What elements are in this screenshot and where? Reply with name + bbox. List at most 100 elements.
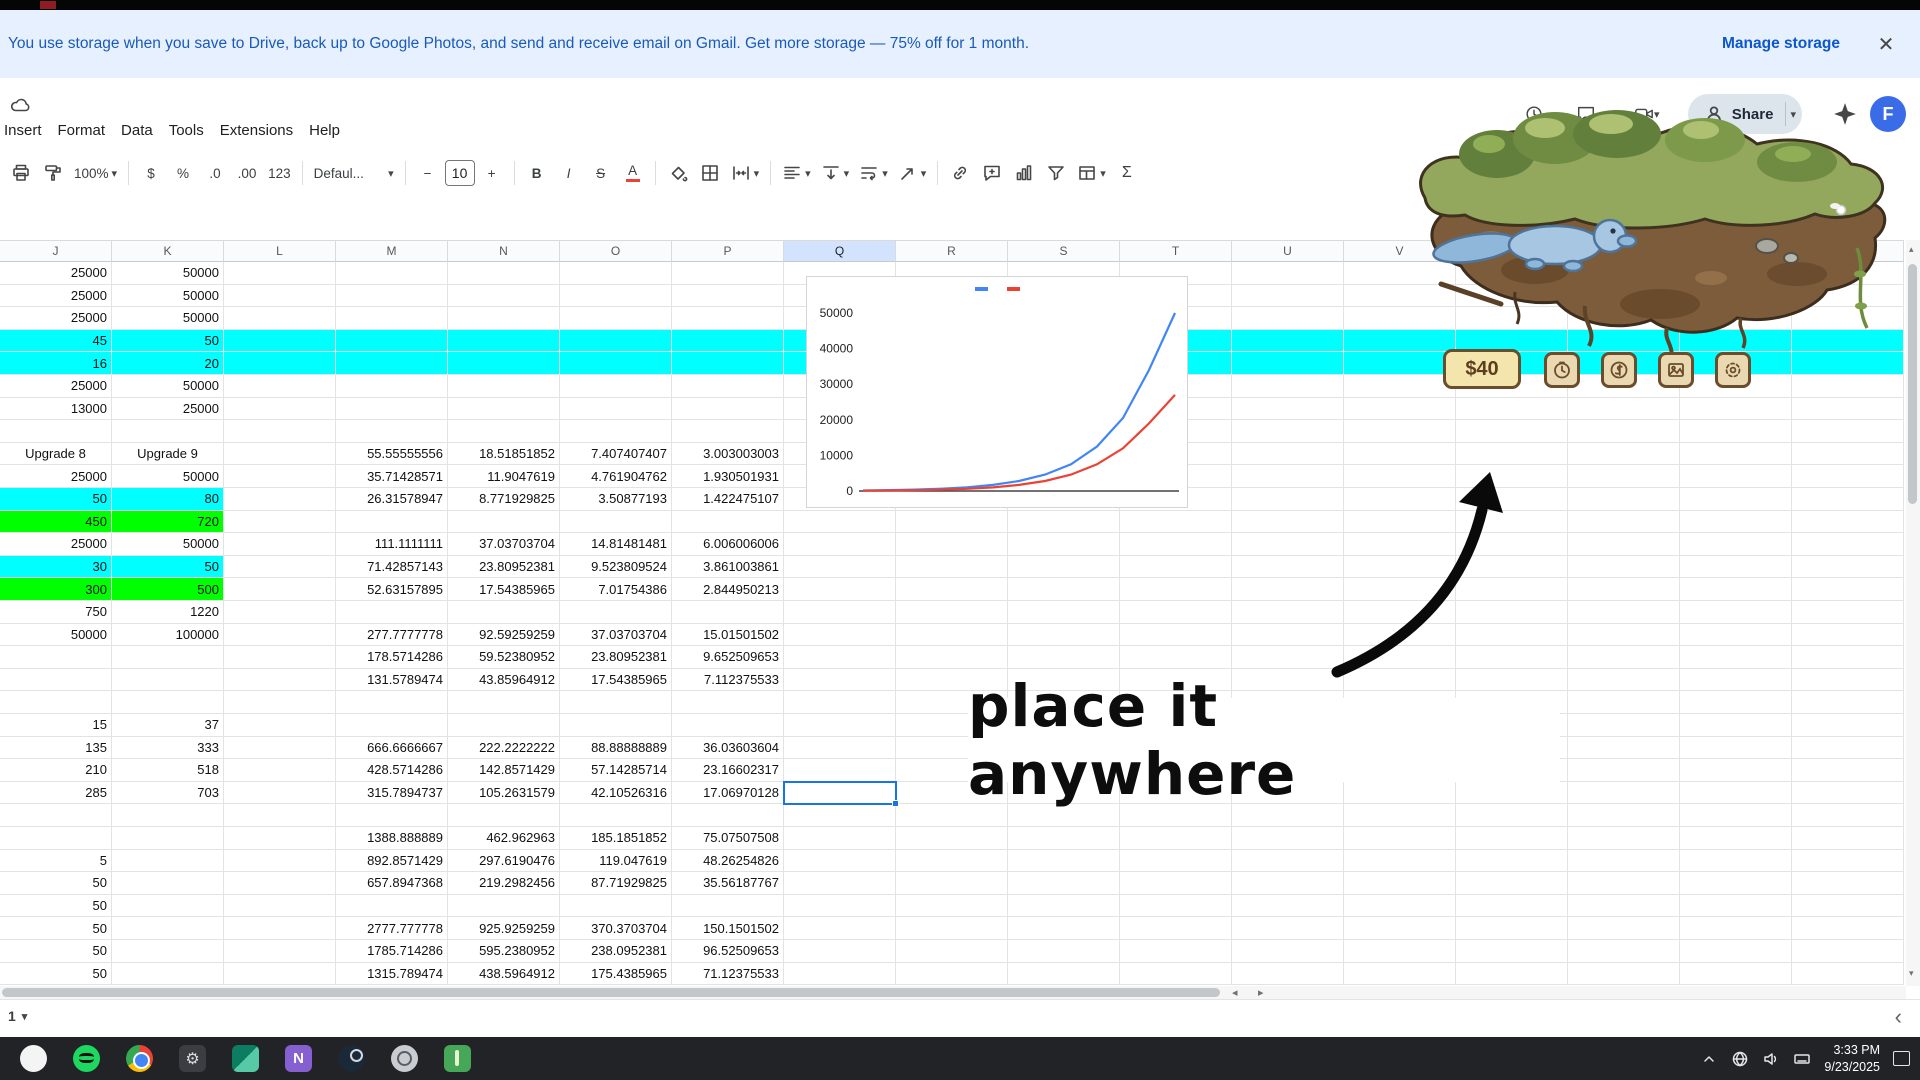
cell-J4[interactable]: 45: [0, 330, 112, 353]
cell-J6[interactable]: 25000: [0, 375, 112, 398]
cell-J8[interactable]: [0, 420, 112, 443]
cell-N12[interactable]: [448, 511, 560, 534]
cell-K11[interactable]: 80: [112, 488, 224, 511]
share-dropdown-icon[interactable]: ▾: [1790, 108, 1796, 121]
cell-S14[interactable]: [1008, 556, 1120, 579]
cell-K30[interactable]: [112, 917, 224, 940]
cell-U7[interactable]: [1232, 398, 1344, 421]
cell-K19[interactable]: [112, 669, 224, 692]
cell-X4[interactable]: [1568, 330, 1680, 353]
column-header-V[interactable]: V: [1344, 240, 1456, 262]
cell-Y1[interactable]: [1680, 262, 1792, 285]
cell-Z12[interactable]: [1792, 511, 1904, 534]
cell-Z31[interactable]: [1792, 940, 1904, 963]
cell-P26[interactable]: 75.07507508: [672, 827, 784, 850]
cell-P23[interactable]: 23.16602317: [672, 759, 784, 782]
cell-K9[interactable]: Upgrade 9: [112, 443, 224, 466]
cell-S26[interactable]: [1008, 827, 1120, 850]
cell-Z22[interactable]: [1792, 737, 1904, 760]
cell-L22[interactable]: [224, 737, 336, 760]
cell-Y16[interactable]: [1680, 601, 1792, 624]
cell-Z20[interactable]: [1792, 691, 1904, 714]
cell-O9[interactable]: 7.407407407: [560, 443, 672, 466]
cell-Z16[interactable]: [1792, 601, 1904, 624]
column-header-P[interactable]: P: [672, 240, 784, 262]
borders-button[interactable]: [695, 156, 725, 190]
cell-O31[interactable]: 238.0952381: [560, 940, 672, 963]
cell-P11[interactable]: 1.422475107: [672, 488, 784, 511]
cell-T13[interactable]: [1120, 533, 1232, 556]
cell-O29[interactable]: [560, 895, 672, 918]
cell-M7[interactable]: [336, 398, 448, 421]
cell-Y13[interactable]: [1680, 533, 1792, 556]
tray-chevron-up-icon[interactable]: [1700, 1050, 1718, 1068]
cell-L31[interactable]: [224, 940, 336, 963]
cell-J31[interactable]: 50: [0, 940, 112, 963]
cell-J12[interactable]: 450: [0, 511, 112, 534]
cell-X22[interactable]: [1568, 737, 1680, 760]
cell-L14[interactable]: [224, 556, 336, 579]
cell-X21[interactable]: [1568, 714, 1680, 737]
cell-J3[interactable]: 25000: [0, 307, 112, 330]
settings-taskbar-icon[interactable]: ⚙: [179, 1045, 206, 1072]
cell-Z6[interactable]: [1792, 375, 1904, 398]
cell-P30[interactable]: 150.1501502: [672, 917, 784, 940]
menu-insert[interactable]: Insert: [2, 118, 50, 143]
cell-R13[interactable]: [896, 533, 1008, 556]
cell-M28[interactable]: 657.8947368: [336, 872, 448, 895]
cell-V3[interactable]: [1344, 307, 1456, 330]
cell-W28[interactable]: [1456, 872, 1568, 895]
cell-M3[interactable]: [336, 307, 448, 330]
cell-Z17[interactable]: [1792, 624, 1904, 647]
cell-Z32[interactable]: [1792, 963, 1904, 986]
network-icon[interactable]: [1731, 1050, 1749, 1068]
insert-chart-button[interactable]: [1009, 156, 1039, 190]
cell-Z26[interactable]: [1792, 827, 1904, 850]
cell-O28[interactable]: 87.71929825: [560, 872, 672, 895]
cell-X18[interactable]: [1568, 646, 1680, 669]
cell-K16[interactable]: 1220: [112, 601, 224, 624]
cell-P19[interactable]: 7.112375533: [672, 669, 784, 692]
cell-N7[interactable]: [448, 398, 560, 421]
cell-Z29[interactable]: [1792, 895, 1904, 918]
vscroll-thumb[interactable]: [1908, 264, 1917, 504]
cell-Z2[interactable]: [1792, 285, 1904, 308]
cell-S18[interactable]: [1008, 646, 1120, 669]
cell-K22[interactable]: 333: [112, 737, 224, 760]
cell-Y10[interactable]: [1680, 465, 1792, 488]
cell-N4[interactable]: [448, 330, 560, 353]
format-currency-button[interactable]: $: [136, 156, 166, 190]
steam-taskbar-icon[interactable]: [338, 1045, 365, 1072]
cell-M32[interactable]: 1315.789474: [336, 963, 448, 986]
cell-O15[interactable]: 7.01754386: [560, 578, 672, 601]
menu-help[interactable]: Help: [301, 118, 348, 143]
cell-P15[interactable]: 2.844950213: [672, 578, 784, 601]
cell-O14[interactable]: 9.523809524: [560, 556, 672, 579]
cell-T32[interactable]: [1120, 963, 1232, 986]
cell-O25[interactable]: [560, 804, 672, 827]
comments-button[interactable]: [1566, 94, 1606, 134]
cell-K29[interactable]: [112, 895, 224, 918]
cell-J30[interactable]: 50: [0, 917, 112, 940]
cell-X29[interactable]: [1568, 895, 1680, 918]
cell-P4[interactable]: [672, 330, 784, 353]
cell-K6[interactable]: 50000: [112, 375, 224, 398]
cell-W32[interactable]: [1456, 963, 1568, 986]
cell-T31[interactable]: [1120, 940, 1232, 963]
cell-J24[interactable]: 285: [0, 782, 112, 805]
cell-X28[interactable]: [1568, 872, 1680, 895]
table-views-button[interactable]: ▾: [1073, 156, 1110, 190]
cell-O27[interactable]: 119.047619: [560, 850, 672, 873]
cell-R15[interactable]: [896, 578, 1008, 601]
cell-O20[interactable]: [560, 691, 672, 714]
cell-V7[interactable]: [1344, 398, 1456, 421]
cell-Q17[interactable]: [784, 624, 896, 647]
cell-J21[interactable]: 15: [0, 714, 112, 737]
cell-Y19[interactable]: [1680, 669, 1792, 692]
cell-N29[interactable]: [448, 895, 560, 918]
cell-J5[interactable]: 16: [0, 352, 112, 375]
cell-L29[interactable]: [224, 895, 336, 918]
cell-Z15[interactable]: [1792, 578, 1904, 601]
notification-center-icon[interactable]: [1893, 1051, 1910, 1066]
cell-M8[interactable]: [336, 420, 448, 443]
